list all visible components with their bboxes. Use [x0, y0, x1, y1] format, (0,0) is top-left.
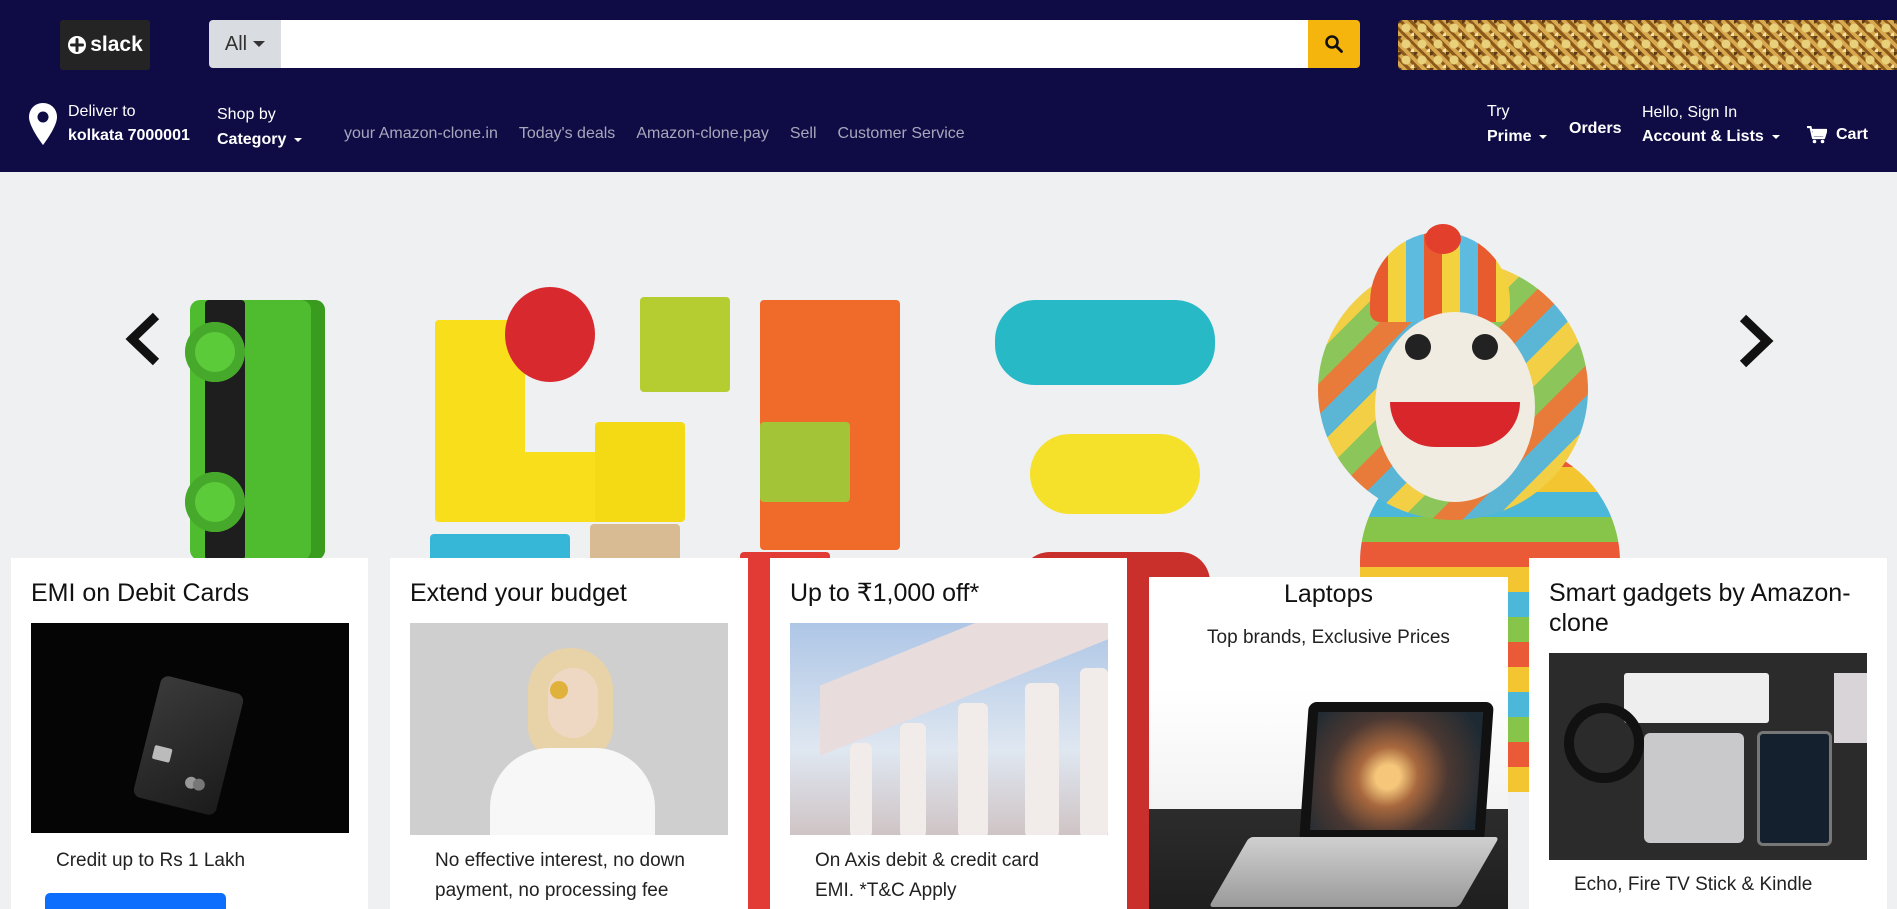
lime-block: [640, 297, 730, 392]
search-icon: [1325, 35, 1343, 53]
top-navbar: slack All Deliver to kolkata 7000001 Sho…: [0, 0, 1897, 172]
try-prime-dropdown[interactable]: Try Prime: [1487, 99, 1548, 149]
prime-label: Try: [1487, 103, 1510, 120]
toy-car-teal: [995, 300, 1215, 385]
search-bar: All: [209, 20, 1360, 68]
woman-coin-image: [410, 623, 728, 835]
lime-block: [760, 422, 850, 502]
ad-banner-image[interactable]: [1398, 20, 1897, 70]
slack-logo-icon: [68, 36, 87, 54]
nav-link-amazon-pay[interactable]: Amazon-clone.pay: [636, 125, 769, 143]
card-subtitle: Top brands, Exclusive Prices: [1207, 627, 1450, 648]
toy-train-wheel: [185, 322, 245, 382]
card-cta-button[interactable]: [45, 893, 226, 909]
account-value: Account & Lists: [1642, 128, 1764, 145]
red-cylinder: [505, 287, 595, 382]
sock-monkey-eye: [1472, 334, 1498, 360]
sock-monkey-eye: [1405, 334, 1431, 360]
card-title: Extend your budget: [410, 579, 627, 607]
cart-button[interactable]: Cart: [1807, 126, 1868, 144]
deliver-label: Deliver to: [68, 103, 136, 120]
gadgets-image: [1549, 653, 1867, 860]
map-pin-icon: [29, 103, 57, 145]
card-axis-offer[interactable]: Up to ₹1,000 off* On Axis debit & credit…: [770, 558, 1127, 909]
cart-label: Cart: [1836, 126, 1869, 143]
search-input[interactable]: [281, 20, 1308, 68]
chevron-right-icon[interactable]: [1735, 314, 1775, 368]
card-title: Up to ₹1,000 off*: [790, 579, 980, 607]
deliver-to[interactable]: Deliver to kolkata 7000001: [28, 100, 190, 148]
laptop-image: [1149, 687, 1508, 909]
yellow-block: [435, 452, 605, 522]
sock-monkey-pompom: [1425, 224, 1461, 254]
orders-link[interactable]: Orders: [1569, 120, 1621, 138]
account-greeting: Hello, Sign In: [1642, 104, 1738, 121]
credit-card-image: [31, 623, 349, 833]
card-caption-line2: payment, no processing fee: [435, 880, 669, 901]
search-category-dropdown[interactable]: All: [209, 20, 281, 68]
card-caption: Credit up to Rs 1 Lakh: [56, 850, 246, 871]
card-smart-gadgets[interactable]: Smart gadgets by Amazon- clone Echo, Fir…: [1529, 558, 1887, 909]
shopping-cart-icon: [1807, 126, 1827, 144]
account-dropdown[interactable]: Hello, Sign In Account & Lists: [1642, 101, 1780, 149]
prime-value: Prime: [1487, 128, 1532, 145]
deliver-location: kolkata 7000001: [68, 127, 190, 144]
chevron-left-icon[interactable]: [124, 312, 164, 366]
nav-link-customer-service[interactable]: Customer Service: [838, 125, 965, 143]
card-title: Laptops: [1284, 580, 1373, 608]
nav-link-your-amazon[interactable]: your Amazon-clone.in: [344, 125, 498, 143]
yellow-block: [595, 422, 685, 522]
nav-link-sell[interactable]: Sell: [790, 125, 817, 143]
shop-by-value: Category: [217, 131, 287, 148]
toy-car-yellow: [1030, 434, 1200, 514]
toy-train-wheel: [185, 472, 245, 532]
shop-by-label: Shop by: [217, 106, 276, 123]
caret-down-icon: [1539, 134, 1548, 139]
card-title: EMI on Debit Cards: [31, 579, 250, 607]
search-category-label: All: [224, 32, 248, 55]
nav-links: your Amazon-clone.in Today's deals Amazo…: [344, 125, 965, 143]
card-title-line2: clone: [1549, 609, 1609, 637]
shop-by-category-dropdown[interactable]: Shop by Category: [217, 102, 303, 152]
bank-building-image: [790, 623, 1108, 835]
card-emi-debit[interactable]: EMI on Debit Cards Credit up to Rs 1 Lak…: [11, 558, 368, 909]
nav-link-todays-deals[interactable]: Today's deals: [519, 125, 615, 143]
slack-logo[interactable]: slack: [60, 20, 150, 70]
caret-down-icon: [1771, 134, 1780, 139]
caret-down-icon: [253, 41, 266, 47]
credit-card-shape: [132, 674, 245, 817]
search-button[interactable]: [1308, 20, 1360, 68]
logo-text: slack: [90, 33, 143, 56]
caret-down-icon: [294, 137, 303, 142]
card-caption: Echo, Fire TV Stick & Kindle: [1574, 874, 1813, 895]
card-caption-line1: On Axis debit & credit card: [815, 850, 1039, 871]
card-title-line1: Smart gadgets by Amazon-: [1549, 579, 1851, 607]
card-caption-line2: EMI. *T&C Apply: [815, 880, 957, 901]
card-extend-budget[interactable]: Extend your budget No effective interest…: [390, 558, 748, 909]
card-caption-line1: No effective interest, no down: [435, 850, 685, 871]
card-laptops[interactable]: Laptops Top brands, Exclusive Prices: [1149, 577, 1508, 909]
